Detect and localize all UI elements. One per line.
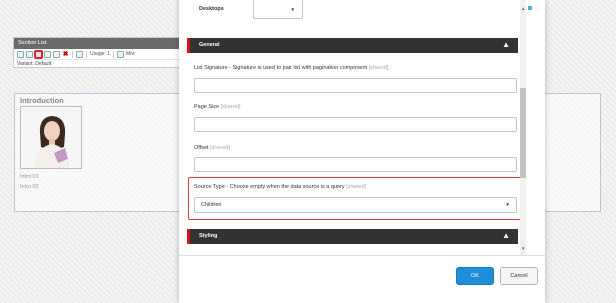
usage-label[interactable]: Usage: 1 (90, 51, 110, 57)
page-icon[interactable] (26, 50, 33, 58)
styling-panel-header[interactable]: Styling ▲ (187, 229, 518, 244)
list-signature-label-text: List Signature - Signature is used to pa… (194, 65, 368, 71)
chevron-up-icon[interactable]: ▲ (502, 40, 510, 49)
list-signature-label: List Signature - Signature is used to pa… (194, 65, 388, 71)
toolbar-divider (72, 50, 73, 58)
scroll-down-icon[interactable]: ▼ (521, 246, 525, 251)
source-type-select[interactable]: Children ▼ (194, 197, 517, 213)
rendering-icon[interactable] (76, 50, 83, 58)
section-list-toolbar: Section List ✖ Usage: 1 Mor Variant: Def… (13, 37, 180, 68)
offset-label-text: Offset (194, 145, 209, 151)
desktops-select[interactable]: ▼ (253, 0, 303, 19)
page-size-label-text: Page Size (194, 104, 220, 110)
toolbar-row: ✖ Usage: 1 Mor (14, 49, 179, 60)
layout-icon[interactable] (53, 50, 60, 58)
offset-input[interactable] (194, 157, 517, 172)
edit-icon[interactable] (17, 50, 24, 58)
caret-down-icon: ▼ (505, 202, 510, 207)
dialog-scroll-area: Desktops ▼ General ▲ List Signature - Si… (179, 0, 545, 255)
toolbar-divider (113, 50, 115, 58)
properties-icon[interactable] (35, 50, 42, 58)
dialog-footer: OK Cancel (179, 255, 545, 303)
section-title: Introduction (20, 96, 64, 105)
side-marker-icon (528, 6, 532, 10)
shared-tag: [shared] (220, 104, 241, 110)
rendering-parameters-dialog: Desktops ▼ General ▲ List Signature - Si… (179, 0, 545, 303)
ok-button[interactable]: OK (456, 267, 494, 285)
general-panel-header[interactable]: General ▲ (187, 38, 518, 53)
list-item: Intro 01 (20, 174, 39, 180)
grid-icon[interactable] (44, 50, 51, 58)
source-type-label-text: Source Type - Choose empty when the data… (194, 184, 345, 190)
personalize-icon[interactable] (117, 50, 125, 58)
chevron-up-icon[interactable]: ▲ (502, 231, 510, 240)
person-image (21, 107, 81, 168)
person-photo (20, 106, 82, 169)
scroll-up-icon[interactable]: ▲ (521, 6, 525, 11)
styling-panel-title: Styling (199, 233, 218, 239)
offset-label: Offset [shared] (194, 145, 230, 151)
toolbar-title: Section List (14, 38, 179, 49)
cancel-button[interactable]: Cancel (500, 267, 538, 285)
page-size-label: Page Size [shared] (194, 104, 240, 110)
variant-label: Variant: Default (17, 61, 52, 67)
shared-tag: [shared] (346, 184, 367, 190)
general-panel-title: General (199, 42, 220, 48)
delete-icon[interactable]: ✖ (62, 51, 69, 58)
desktops-label: Desktops (199, 6, 224, 12)
shared-tag: [shared] (210, 145, 230, 151)
shared-tag: [shared] (368, 65, 389, 71)
source-type-value: Children (201, 202, 222, 208)
scrollbar-thumb[interactable] (520, 88, 526, 178)
dialog-scrollbar[interactable]: ▲ ▼ (520, 0, 526, 255)
more-label[interactable]: Mor (126, 51, 135, 57)
caret-down-icon: ▼ (290, 7, 295, 12)
list-signature-input[interactable] (194, 78, 517, 93)
source-type-label: Source Type - Choose empty when the data… (194, 184, 366, 190)
page-size-input[interactable] (194, 117, 517, 132)
toolbar-divider (86, 50, 87, 58)
list-item: Intro 02 (20, 184, 39, 190)
